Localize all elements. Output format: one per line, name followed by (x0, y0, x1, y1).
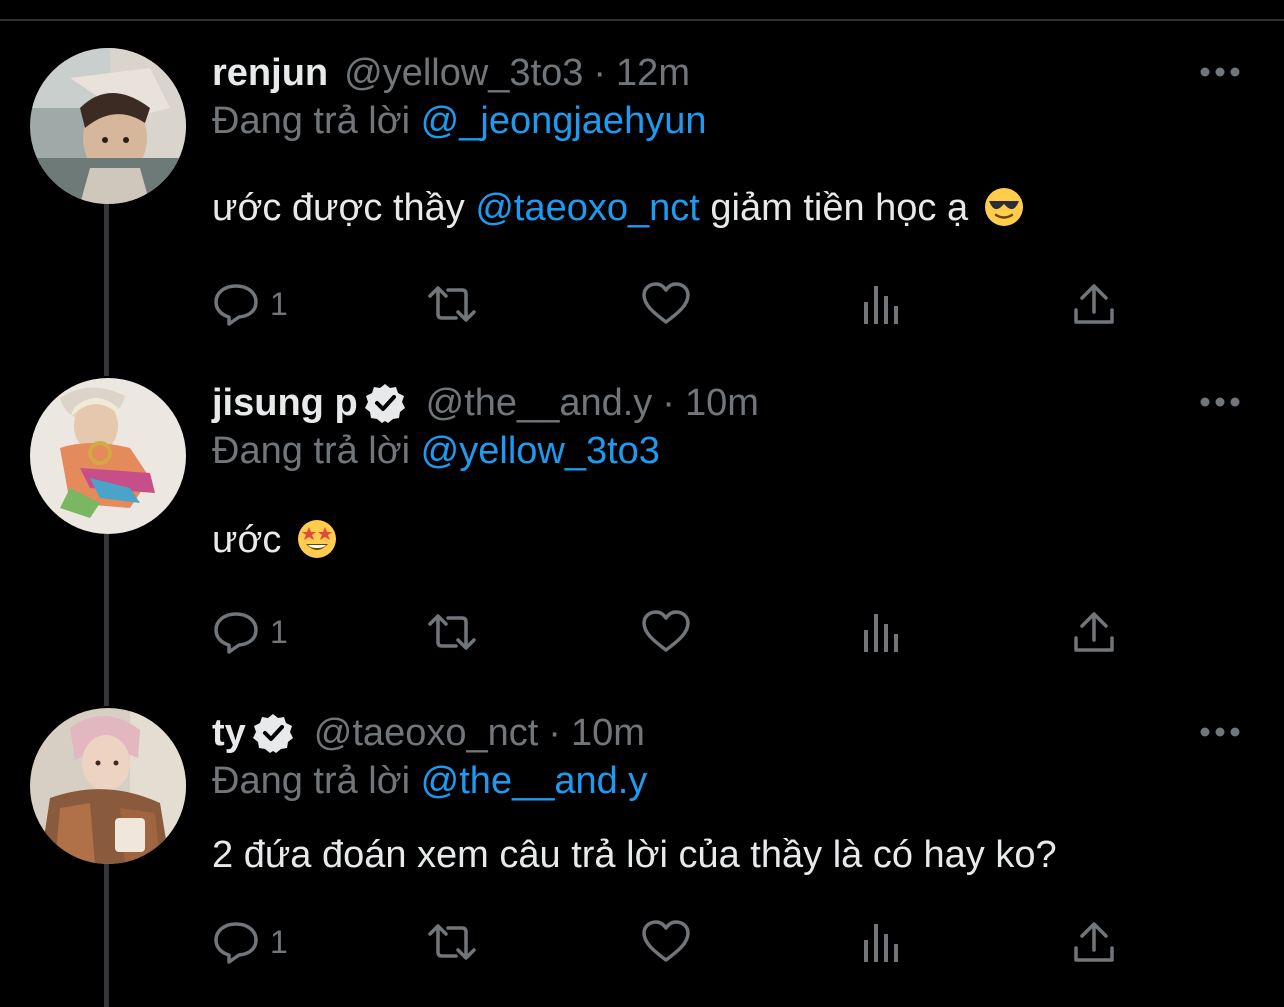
action-bar: 1 (212, 604, 1132, 660)
reply-button[interactable]: 1 (212, 276, 288, 332)
reply-icon (214, 612, 258, 654)
share-icon (1074, 284, 1114, 324)
more-icon[interactable] (1198, 64, 1242, 80)
action-bar: 1 (212, 914, 1132, 970)
verified-badge-icon (364, 384, 405, 423)
views-icon (864, 924, 898, 962)
reply-icon (214, 922, 258, 964)
like-button[interactable] (640, 914, 692, 970)
avatar[interactable] (30, 378, 186, 534)
more-icon[interactable] (1198, 724, 1242, 740)
retweet-button[interactable] (424, 604, 480, 660)
star-struck-emoji-icon (297, 520, 336, 558)
views-button[interactable] (860, 914, 904, 970)
reply-to-mention[interactable]: @yellow_3to3 (421, 430, 660, 472)
retweet-button[interactable] (424, 914, 480, 970)
display-name[interactable]: renjun (212, 52, 328, 95)
share-button[interactable] (1072, 914, 1116, 970)
reply-to-mention[interactable]: @the__and.y (421, 760, 648, 802)
timestamp[interactable]: 10m (685, 382, 759, 425)
reply-icon (214, 284, 258, 326)
reply-context: Đang trả lời @_jeongjaehyun (212, 100, 706, 143)
reply-label: Đang trả lời (212, 430, 411, 472)
display-name[interactable]: jisung p (212, 382, 358, 425)
reply-context: Đang trả lời @yellow_3to3 (212, 430, 660, 473)
views-button[interactable] (860, 276, 904, 332)
avatar[interactable] (30, 708, 186, 864)
views-icon (864, 286, 898, 324)
action-bar: 1 (212, 276, 1132, 332)
timestamp[interactable]: 12m (616, 52, 690, 95)
like-button[interactable] (640, 276, 692, 332)
reply-count: 1 (270, 285, 288, 322)
tweet-text: 2 đứa đoán xem câu trả lời của thầy là c… (212, 834, 1057, 877)
tweet-text-part: giảm tiền học ạ (699, 187, 969, 229)
reply-context: Đang trả lời @the__and.y (212, 760, 647, 803)
tweet-header: renjun @yellow_3to3 · 12m (212, 48, 690, 98)
share-icon (1074, 612, 1114, 652)
tweet[interactable]: ty @taeoxo_nct · 10m Đang trả lời @the__… (0, 708, 1284, 1007)
like-icon (642, 282, 690, 324)
retweet-icon (428, 286, 476, 322)
share-button[interactable] (1072, 276, 1116, 332)
like-button[interactable] (640, 604, 692, 660)
tweet-text: ước (212, 518, 338, 562)
retweet-icon (428, 924, 476, 960)
tweet-text-part: ước được thầy (212, 187, 476, 229)
like-icon (642, 610, 690, 652)
user-handle[interactable]: @the__and.y (426, 382, 653, 425)
tweet[interactable]: renjun @yellow_3to3 · 12m Đang trả lời @… (0, 48, 1284, 368)
text-mention[interactable]: @taeoxo_nct (475, 187, 700, 229)
separator: · (548, 711, 561, 754)
reply-to-mention[interactable]: @_jeongjaehyun (421, 100, 707, 142)
sunglasses-emoji-icon (984, 188, 1023, 226)
views-icon (864, 614, 898, 652)
like-icon (642, 920, 690, 962)
top-divider (0, 19, 1284, 21)
reply-count: 1 (270, 923, 288, 960)
share-button[interactable] (1072, 604, 1116, 660)
user-handle[interactable]: @taeoxo_nct (314, 712, 539, 755)
share-icon (1074, 922, 1114, 962)
separator: · (662, 381, 675, 424)
reply-button[interactable]: 1 (212, 914, 288, 970)
views-button[interactable] (860, 604, 904, 660)
more-icon[interactable] (1198, 394, 1242, 410)
timestamp[interactable]: 10m (571, 712, 645, 755)
reply-label: Đang trả lời (212, 760, 411, 802)
retweet-button[interactable] (424, 276, 480, 332)
retweet-icon (428, 614, 476, 650)
reply-count: 1 (270, 613, 288, 650)
reply-label: Đang trả lời (212, 100, 411, 142)
reply-button[interactable]: 1 (212, 604, 288, 660)
tweet-text-part: 2 đứa đoán xem câu trả lời của thầy là c… (212, 834, 1057, 876)
tweet-header: ty @taeoxo_nct · 10m (212, 708, 645, 758)
display-name[interactable]: ty (212, 712, 246, 755)
tweet-text: ước được thầy @taeoxo_nct giảm tiền học … (212, 186, 1025, 230)
verified-badge-icon (252, 714, 293, 753)
separator: · (593, 51, 607, 94)
tweet-text-part: ước (212, 519, 282, 561)
tweet[interactable]: jisung p @the__and.y · 10m Đang trả lời … (0, 378, 1284, 698)
user-handle[interactable]: @yellow_3to3 (344, 52, 583, 95)
avatar[interactable] (30, 48, 186, 204)
tweet-header: jisung p @the__and.y · 10m (212, 378, 759, 428)
